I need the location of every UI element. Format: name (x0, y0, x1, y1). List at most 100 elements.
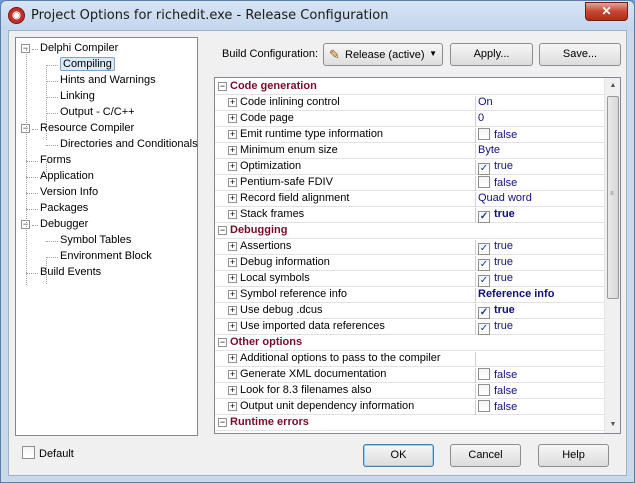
scroll-down-icon[interactable]: ▼ (605, 417, 620, 433)
property-row-debug-information[interactable]: + Debug information ✓ true (215, 255, 605, 271)
tree-item-output-c-c[interactable]: Output - C/C++ (60, 105, 135, 120)
value-checkbox[interactable]: ✓ (478, 211, 490, 223)
property-value[interactable]: ✓ true (478, 272, 513, 287)
expand-icon[interactable]: + (228, 274, 237, 283)
value-checkbox[interactable]: ✓ (478, 243, 490, 255)
property-row-minimum-enum-size[interactable]: + Minimum enum size Byte (215, 143, 605, 159)
property-row-output-unit-dependency-information[interactable]: + Output unit dependency information false (215, 399, 605, 415)
tree-item-hints-and-warnings[interactable]: Hints and Warnings (60, 73, 156, 88)
property-row-symbol-reference-info[interactable]: + Symbol reference info Reference info (215, 287, 605, 303)
value-checkbox[interactable] (478, 400, 490, 412)
default-checkbox-box[interactable] (22, 446, 35, 459)
property-value[interactable]: Reference info (478, 288, 554, 300)
tree-item-version-info[interactable]: Version Info (40, 185, 98, 200)
expand-icon[interactable]: + (228, 114, 237, 123)
collapse-icon[interactable]: − (218, 82, 227, 91)
vertical-scrollbar[interactable]: ▲ ≡ ▼ (604, 78, 620, 433)
property-value[interactable]: false (478, 368, 517, 381)
value-checkbox[interactable]: ✓ (478, 163, 490, 175)
expand-icon[interactable]: + (228, 306, 237, 315)
value-checkbox[interactable]: ✓ (478, 323, 490, 335)
expand-icon[interactable]: + (228, 402, 237, 411)
property-value[interactable]: false (478, 128, 517, 141)
category-other-options[interactable]: − Other options (215, 335, 605, 351)
tree-item-application[interactable]: Application (40, 169, 94, 184)
tree-item-debugger[interactable]: Debugger (40, 217, 88, 232)
value-checkbox[interactable] (478, 128, 490, 140)
property-row-generate-xml-documentation[interactable]: + Generate XML documentation false (215, 367, 605, 383)
property-value[interactable]: ✓ true (478, 320, 513, 335)
expand-icon[interactable]: + (228, 98, 237, 107)
tree-item-directories-and-conditionals[interactable]: Directories and Conditionals (60, 137, 198, 152)
tree-item-build-events[interactable]: Build Events (40, 265, 101, 280)
value-checkbox[interactable]: ✓ (478, 275, 490, 287)
property-row-emit-runtime-type-information[interactable]: + Emit runtime type information false (215, 127, 605, 143)
expand-icon[interactable]: + (228, 178, 237, 187)
build-config-combo[interactable]: ✎ Release (active) ▼ (323, 43, 443, 66)
help-button[interactable]: Help (538, 444, 609, 467)
property-row-use-imported-data-references[interactable]: + Use imported data references ✓ true (215, 319, 605, 335)
property-row-use-debug-dcus[interactable]: + Use debug .dcus ✓ true (215, 303, 605, 319)
property-value[interactable]: false (478, 176, 517, 189)
expand-icon[interactable]: + (228, 386, 237, 395)
title-bar[interactable]: ◉ Project Options for richedit.exe - Rel… (1, 1, 634, 30)
property-row-record-field-alignment[interactable]: + Record field alignment Quad word (215, 191, 605, 207)
ok-button[interactable]: OK (363, 444, 434, 467)
property-value[interactable]: false (478, 400, 517, 413)
scrollbar-thumb[interactable]: ≡ (607, 96, 619, 299)
property-row-code-inlining-control[interactable]: + Code inlining control On (215, 95, 605, 111)
expand-icon[interactable]: + (228, 290, 237, 299)
expand-icon[interactable]: + (228, 146, 237, 155)
tree-item-linking[interactable]: Linking (60, 89, 95, 104)
expand-icon[interactable]: + (228, 258, 237, 267)
value-checkbox[interactable] (478, 384, 490, 396)
tree-item-packages[interactable]: Packages (40, 201, 88, 216)
tree-item-environment-block[interactable]: Environment Block (60, 249, 152, 264)
property-row-additional-options-to-pass-to-the-compiler[interactable]: + Additional options to pass to the compi… (215, 351, 605, 367)
collapse-icon[interactable]: − (218, 338, 227, 347)
value-checkbox[interactable]: ✓ (478, 259, 490, 271)
property-value[interactable]: ✓ true (478, 208, 515, 223)
value-checkbox[interactable] (478, 368, 490, 380)
expand-icon[interactable]: + (228, 354, 237, 363)
expand-icon[interactable]: + (228, 322, 237, 331)
category-debugging[interactable]: − Debugging (215, 223, 605, 239)
apply-button[interactable]: Apply... (450, 43, 533, 66)
property-value[interactable]: 0 (478, 112, 484, 124)
expand-icon[interactable]: + (228, 194, 237, 203)
close-button[interactable]: ✕ (585, 2, 628, 21)
property-row-assertions[interactable]: + Assertions ✓ true (215, 239, 605, 255)
tree-item-resource-compiler[interactable]: Resource Compiler (40, 121, 134, 136)
scroll-up-icon[interactable]: ▲ (605, 78, 620, 94)
property-row-optimization[interactable]: + Optimization ✓ true (215, 159, 605, 175)
default-checkbox[interactable]: Default (22, 446, 74, 460)
expand-icon[interactable]: + (228, 162, 237, 171)
property-value[interactable]: Quad word (478, 192, 532, 204)
options-tree[interactable]: Delphi Compiler − Compiling Hints and Warni… (15, 37, 198, 436)
tree-item-compiling[interactable]: Compiling (60, 57, 115, 72)
expand-icon[interactable]: + (228, 130, 237, 139)
property-value[interactable]: ✓ true (478, 256, 513, 271)
property-value[interactable]: Byte (478, 144, 500, 156)
property-row-code-page[interactable]: + Code page 0 (215, 111, 605, 127)
value-checkbox[interactable]: ✓ (478, 307, 490, 319)
value-checkbox[interactable] (478, 176, 490, 188)
property-row-look-for-8-3-filenames-also[interactable]: + Look for 8.3 filenames also false (215, 383, 605, 399)
property-grid[interactable]: ▲ ≡ ▼ − Code generation + Code inlining con… (214, 77, 621, 434)
category-code-generation[interactable]: − Code generation (215, 79, 605, 95)
property-value[interactable]: false (478, 384, 517, 397)
category-runtime-errors[interactable]: − Runtime errors (215, 415, 605, 431)
property-value[interactable]: ✓ true (478, 240, 513, 255)
property-row-pentium-safe-fdiv[interactable]: + Pentium-safe FDIV false (215, 175, 605, 191)
cancel-button[interactable]: Cancel (450, 444, 521, 467)
property-value[interactable]: ✓ true (478, 160, 513, 175)
expand-icon[interactable]: + (228, 242, 237, 251)
collapse-icon[interactable]: − (218, 418, 227, 427)
property-row-stack-frames[interactable]: + Stack frames ✓ true (215, 207, 605, 223)
property-row-local-symbols[interactable]: + Local symbols ✓ true (215, 271, 605, 287)
tree-item-forms[interactable]: Forms (40, 153, 71, 168)
property-value[interactable]: ✓ true (478, 304, 515, 319)
tree-item-delphi-compiler[interactable]: Delphi Compiler (40, 41, 118, 56)
save-button[interactable]: Save... (539, 43, 621, 66)
expand-icon[interactable]: + (228, 370, 237, 379)
